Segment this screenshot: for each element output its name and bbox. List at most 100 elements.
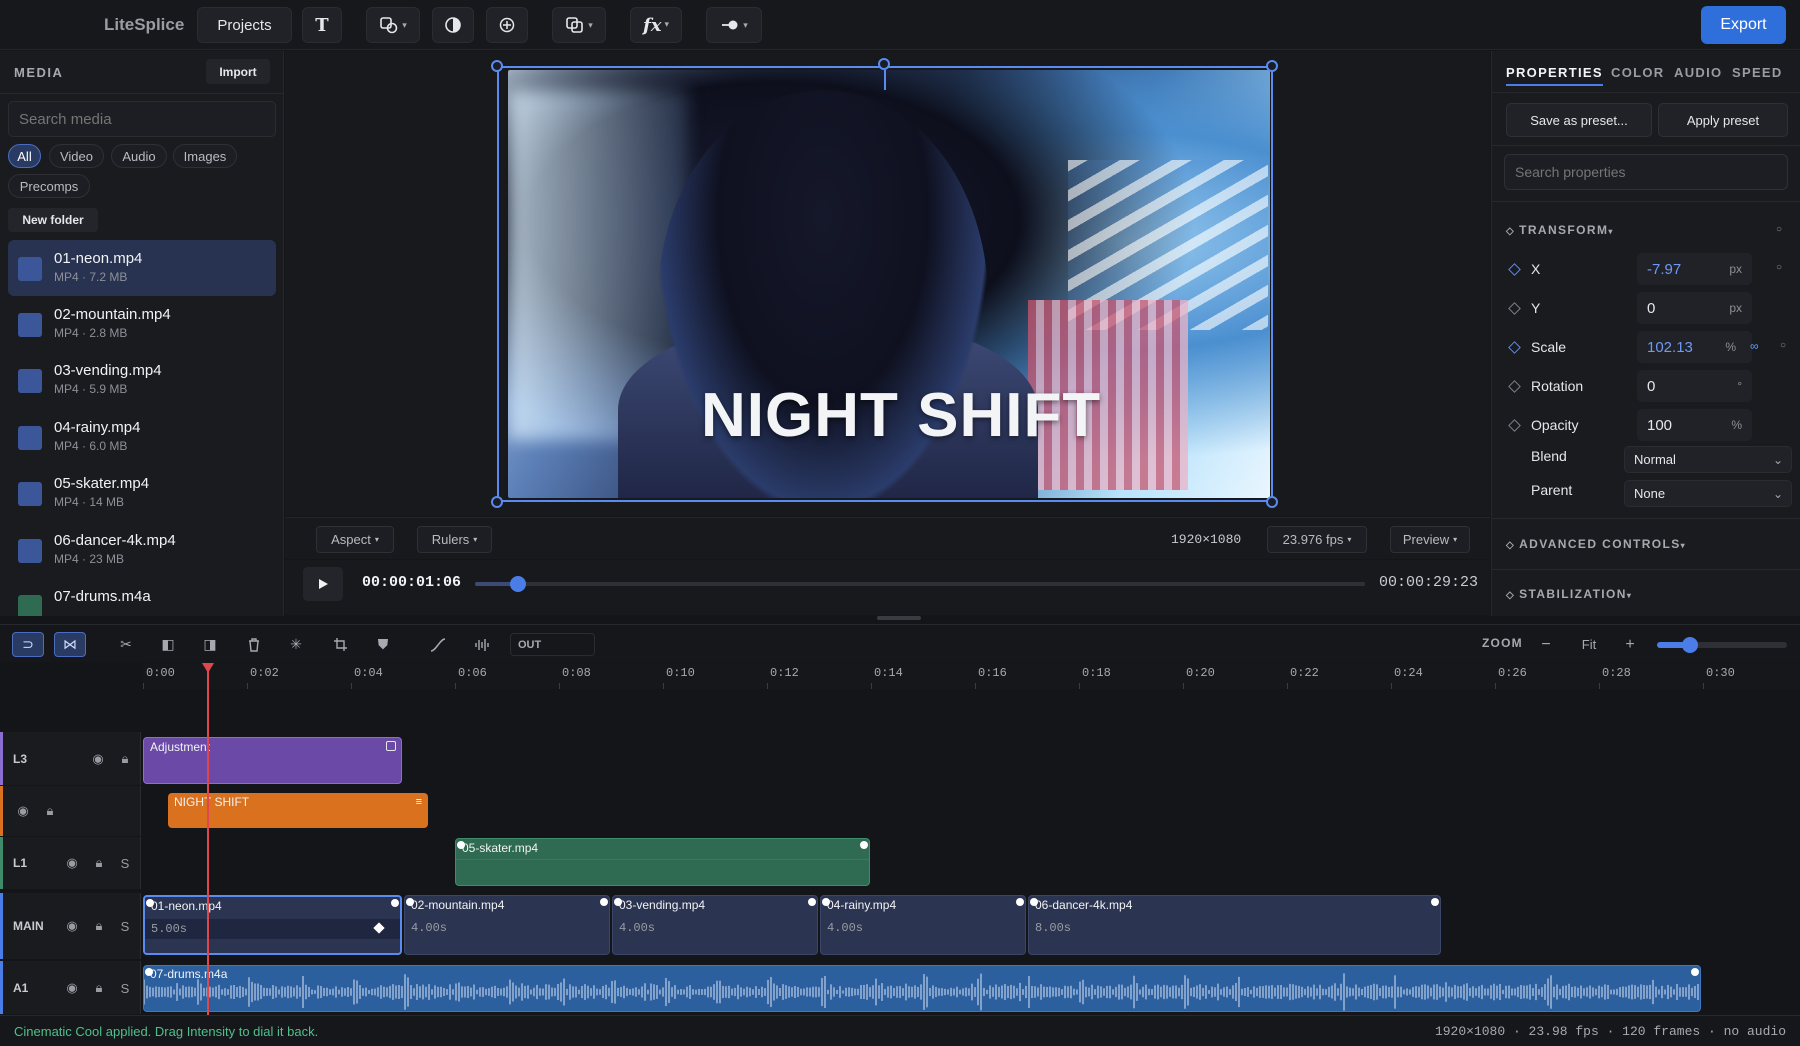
opacity-field[interactable]: 100% xyxy=(1637,409,1752,441)
split-button[interactable]: ✂ xyxy=(112,632,140,657)
lock-icon[interactable]: 🔒︎ xyxy=(89,978,109,998)
trim-handle[interactable] xyxy=(1016,898,1024,906)
save-preset-button[interactable]: Save as preset... xyxy=(1506,103,1652,137)
media-search-input[interactable] xyxy=(8,101,276,137)
import-button[interactable]: Import xyxy=(206,59,270,84)
trim-handle[interactable] xyxy=(457,841,465,849)
filter-video[interactable]: Video xyxy=(49,144,104,168)
lock-icon[interactable]: 🔒︎ xyxy=(115,749,135,769)
trim-handle[interactable] xyxy=(1030,898,1038,906)
y-position-field[interactable]: 0 px xyxy=(1637,292,1752,324)
export-button[interactable]: Export xyxy=(1701,6,1786,44)
main-clip[interactable]: 06-dancer-4k.mp4 8.00s xyxy=(1028,895,1441,955)
tab-audio[interactable]: AUDIO xyxy=(1674,65,1722,80)
tab-speed[interactable]: SPEED xyxy=(1732,65,1783,80)
transform-handle[interactable] xyxy=(1266,60,1278,72)
shapes-button[interactable]: ▾ xyxy=(366,7,420,43)
playhead-marker-icon[interactable] xyxy=(202,663,214,673)
property-search-input[interactable] xyxy=(1504,154,1788,190)
trim-handle[interactable] xyxy=(145,968,153,976)
solo-button[interactable]: S xyxy=(115,978,135,998)
zoom-slider[interactable] xyxy=(1657,637,1787,653)
marker-button[interactable]: ⛊ xyxy=(369,632,397,657)
trim-handle[interactable] xyxy=(614,898,622,906)
scrub-handle[interactable] xyxy=(509,576,526,592)
audio-levels-button[interactable] xyxy=(468,632,496,657)
main-clip[interactable]: 03-vending.mp4 4.00s xyxy=(612,895,818,955)
trim-handle[interactable] xyxy=(600,898,608,906)
timeline-ruler[interactable]: 0:00 0:02 0:04 0:06 0:08 0:10 0:12 0:14 0:16 0:18… xyxy=(143,663,1800,690)
fps-dropdown[interactable]: 23.976 fps ▾ xyxy=(1267,526,1367,553)
blend-mode-select[interactable]: Normal ⌄ xyxy=(1624,446,1792,473)
zoom-out-button[interactable]: − xyxy=(1532,632,1560,657)
video-clip-skater[interactable]: 05-skater.mp4 xyxy=(455,838,870,886)
eye-icon[interactable]: ◉ xyxy=(62,853,82,873)
reset-icon[interactable]: ○ xyxy=(1776,262,1782,273)
lock-icon[interactable]: 🔒︎ xyxy=(89,916,109,936)
media-item[interactable]: 04-rainy.mp4 MP4 · 6.0 MB xyxy=(8,409,276,465)
main-clip[interactable]: 04-rainy.mp4 4.00s xyxy=(820,895,1026,955)
trim-handle[interactable] xyxy=(822,898,830,906)
tab-color[interactable]: COLOR xyxy=(1611,65,1664,80)
media-item[interactable]: 03-vending.mp4 MP4 · 5.9 MB xyxy=(8,352,276,408)
curve-button[interactable] xyxy=(424,632,452,657)
keyframe-toggle-icon[interactable] xyxy=(1508,419,1521,432)
zoom-slider-handle[interactable] xyxy=(1681,637,1698,653)
trim-handle[interactable] xyxy=(146,899,154,907)
eye-icon[interactable]: ◉ xyxy=(62,978,82,998)
add-marker-button[interactable] xyxy=(486,7,528,43)
link-icon[interactable]: ∞ xyxy=(1750,339,1759,353)
trim-start-button[interactable]: ◧ xyxy=(154,632,182,657)
apply-preset-button[interactable]: Apply preset xyxy=(1658,103,1788,137)
scale-field[interactable]: 102.13% xyxy=(1637,331,1752,363)
keyframe-toggle-icon[interactable] xyxy=(1508,380,1521,393)
filter-precomps[interactable]: Precomps xyxy=(8,174,90,198)
trim-handle[interactable] xyxy=(406,898,414,906)
ripple-toggle[interactable]: ⋈ xyxy=(54,632,86,657)
media-item[interactable]: 07-drums.m4a xyxy=(8,578,276,616)
eye-icon[interactable]: ◉ xyxy=(13,801,33,821)
filter-images[interactable]: Images xyxy=(173,144,237,168)
reset-icon[interactable]: ○ xyxy=(1776,224,1782,235)
adjustment-clip[interactable]: Adjustment xyxy=(143,737,402,784)
parent-select[interactable]: None ⌄ xyxy=(1624,480,1792,507)
transform-handle[interactable] xyxy=(491,60,503,72)
keyframe-toggle-icon[interactable] xyxy=(1508,302,1521,315)
trim-handle[interactable] xyxy=(860,841,868,849)
trim-handle[interactable] xyxy=(1431,898,1439,906)
new-folder-button[interactable]: New folder xyxy=(8,208,98,232)
main-clip[interactable]: 02-mountain.mp4 4.00s xyxy=(404,895,610,955)
rotation-field[interactable]: 0 ° xyxy=(1637,370,1752,402)
media-item[interactable]: 02-mountain.mp4 MP4 · 2.8 MB xyxy=(8,296,276,352)
panel-resize-handle[interactable] xyxy=(877,616,921,620)
transform-selection-box[interactable] xyxy=(497,66,1273,502)
playhead[interactable] xyxy=(202,663,214,1015)
solo-button[interactable]: S xyxy=(115,853,135,873)
aspect-dropdown[interactable]: Aspect ▾ xyxy=(316,526,394,553)
lock-icon[interactable]: 🔒︎ xyxy=(89,853,109,873)
play-button[interactable] xyxy=(303,567,343,601)
effects-button[interactable]: fx ▾ xyxy=(630,7,682,43)
delete-button[interactable] xyxy=(240,632,268,657)
zoom-fit-button[interactable]: Fit xyxy=(1573,632,1605,657)
freeze-button[interactable]: ✳ xyxy=(282,632,310,657)
projects-button[interactable]: Projects xyxy=(197,7,292,43)
trim-end-button[interactable]: ◨ xyxy=(196,632,224,657)
zoom-in-button[interactable]: + xyxy=(1616,632,1644,657)
transitions-button[interactable]: ▾ xyxy=(706,7,762,43)
keyframe-toggle-icon[interactable] xyxy=(1508,263,1521,276)
stabilization-header[interactable]: ◇ STABILIZATION▾ xyxy=(1506,587,1632,601)
reset-icon[interactable]: ○ xyxy=(1780,340,1786,351)
filter-all[interactable]: All xyxy=(8,144,41,168)
trim-handle[interactable] xyxy=(1691,968,1699,976)
scrub-track[interactable] xyxy=(475,576,1365,592)
rulers-dropdown[interactable]: Rulers ▾ xyxy=(417,526,492,553)
trim-handle[interactable] xyxy=(391,899,399,907)
x-position-field[interactable]: -7.97 px xyxy=(1637,253,1752,285)
color-correct-button[interactable] xyxy=(432,7,474,43)
lock-icon[interactable]: 🔒︎ xyxy=(40,801,60,821)
solo-button[interactable]: S xyxy=(115,916,135,936)
eye-icon[interactable]: ◉ xyxy=(62,916,82,936)
filter-audio[interactable]: Audio xyxy=(111,144,167,168)
media-item[interactable]: 06-dancer-4k.mp4 MP4 · 23 MB xyxy=(8,522,276,578)
